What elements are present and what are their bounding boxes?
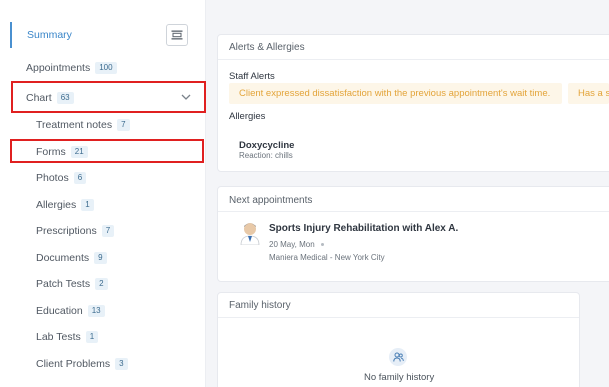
separator-dot bbox=[320, 242, 324, 246]
doctor-avatar-icon bbox=[240, 223, 260, 245]
card-title: Alerts & Allergies bbox=[229, 42, 305, 53]
staff-alerts-heading: Staff Alerts bbox=[229, 71, 275, 82]
sidebar-item-label: Summary bbox=[27, 29, 72, 41]
collapse-sidebar-icon bbox=[171, 30, 183, 40]
highlight-box-chart bbox=[11, 81, 206, 113]
sidebar-item-documents[interactable]: Documents 9 bbox=[36, 251, 107, 265]
sidebar-item-appointments[interactable]: Appointments 100 bbox=[26, 61, 117, 75]
sidebar-item-label: Patch Tests bbox=[36, 278, 91, 290]
sidebar-item-label: Treatment notes bbox=[36, 119, 113, 131]
staff-alert: Client expressed dissatisfaction with th… bbox=[229, 83, 562, 104]
count-badge: 6 bbox=[73, 172, 87, 184]
count-badge: 1 bbox=[81, 199, 94, 211]
appointment-location: Maniera Medical - New York City bbox=[269, 253, 385, 262]
count-badge: 9 bbox=[94, 252, 107, 264]
staff-alert: Has a s bbox=[568, 83, 609, 104]
sidebar-item-label: Documents bbox=[36, 252, 90, 264]
appointment-date: 20 May, Mon bbox=[269, 240, 329, 249]
sidebar-item-prescriptions[interactable]: Prescriptions 7 bbox=[36, 224, 115, 238]
sidebar-item-summary[interactable]: Summary bbox=[10, 22, 72, 48]
sidebar-item-photos[interactable]: Photos 6 bbox=[36, 171, 87, 185]
count-badge: 3 bbox=[115, 358, 128, 370]
empty-state-text: No family history bbox=[364, 372, 435, 383]
count-badge: 1 bbox=[85, 331, 99, 343]
allergy-name: Doxycycline bbox=[239, 140, 295, 151]
sidebar-item-label: Client Problems bbox=[36, 358, 111, 370]
sidebar-item-allergies[interactable]: Allergies 1 bbox=[36, 198, 94, 212]
sidebar-item-education[interactable]: Education 13 bbox=[36, 304, 105, 318]
sidebar-item-label: Prescriptions bbox=[36, 225, 97, 237]
allergy-reaction: Reaction: chills bbox=[239, 151, 293, 160]
divider bbox=[218, 317, 579, 318]
divider bbox=[218, 211, 609, 212]
sidebar-item-label: Lab Tests bbox=[36, 331, 81, 343]
sidebar-item-patch-tests[interactable]: Patch Tests 2 bbox=[36, 277, 108, 291]
count-badge: 7 bbox=[101, 225, 115, 237]
family-icon bbox=[389, 348, 407, 366]
staff-alert-text: Has a s bbox=[578, 88, 609, 99]
divider bbox=[218, 59, 609, 60]
count-badge: 2 bbox=[95, 278, 108, 290]
count-badge: 13 bbox=[87, 305, 105, 317]
staff-alert-text: Client expressed dissatisfaction with th… bbox=[239, 88, 551, 99]
count-badge: 7 bbox=[117, 119, 130, 131]
highlight-box-forms bbox=[10, 139, 204, 163]
sidebar-item-label: Photos bbox=[36, 172, 69, 184]
sidebar-item-label: Allergies bbox=[36, 199, 77, 211]
sidebar-item-label: Appointments bbox=[26, 62, 91, 74]
sidebar-item-treatment-notes[interactable]: Treatment notes 7 bbox=[36, 118, 130, 132]
collapse-sidebar-button[interactable] bbox=[166, 24, 188, 46]
card-title: Family history bbox=[229, 300, 291, 311]
appointment-date-text: 20 May, Mon bbox=[269, 240, 315, 249]
count-badge: 100 bbox=[95, 62, 117, 74]
sidebar: Summary Appointments 100 Chart 63 Treatm… bbox=[0, 0, 206, 387]
appointment-title[interactable]: Sports Injury Rehabilitation with Alex A… bbox=[269, 223, 458, 234]
sidebar-item-label: Education bbox=[36, 305, 83, 317]
sidebar-item-client-problems[interactable]: Client Problems 3 bbox=[36, 357, 128, 371]
sidebar-item-lab-tests[interactable]: Lab Tests 1 bbox=[36, 330, 99, 344]
allergies-heading: Allergies bbox=[229, 111, 266, 122]
card-title: Next appointments bbox=[229, 195, 313, 206]
